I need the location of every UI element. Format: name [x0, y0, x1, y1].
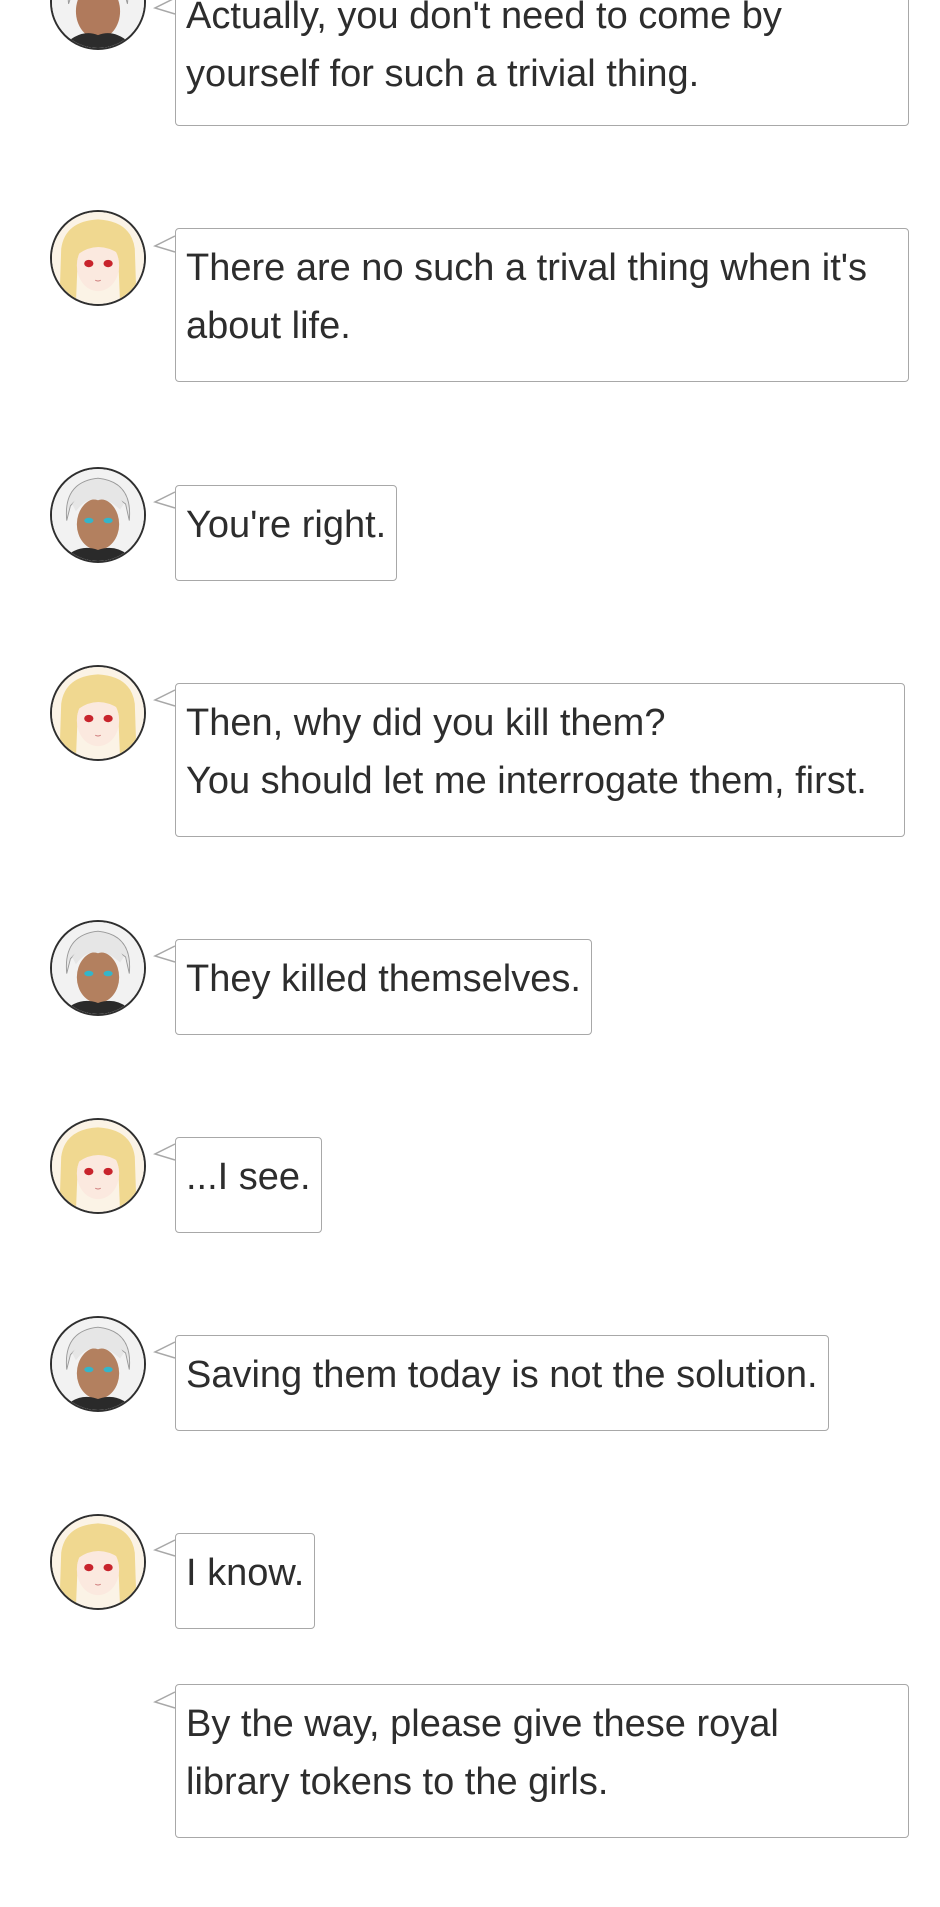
bubble-tail: [153, 0, 177, 18]
message-bubble: You're right.: [175, 485, 398, 581]
message-bubble: I know.: [175, 1533, 316, 1629]
bubble-tail: [153, 686, 177, 710]
girl-avatar: [50, 1514, 146, 1610]
man-avatar-icon: [52, 1318, 144, 1410]
bubble-tail: [153, 942, 177, 966]
bubble-tail: [153, 232, 177, 256]
message-bubble: Actually, you don't need to come by your…: [175, 0, 909, 126]
man-avatar-icon: [52, 469, 144, 561]
message-bubble: Then, why did you kill them? You should …: [175, 683, 905, 837]
chat-log: Actually, you don't need to come by your…: [0, 0, 940, 1907]
message-bubble: ...I see.: [175, 1137, 322, 1233]
message-bubble: There are no such a trival thing when it…: [175, 228, 909, 382]
girl-avatar: [50, 665, 146, 761]
girl-avatar-icon: [52, 1516, 144, 1608]
man-avatar: [50, 0, 146, 50]
man-avatar-icon: [52, 0, 144, 48]
bubble-tail: [153, 1688, 177, 1712]
message-bubble: They killed themselves.: [175, 939, 592, 1035]
message-bubble: Saving them today is not the solution.: [175, 1335, 829, 1431]
man-avatar: [50, 1316, 146, 1412]
girl-avatar-icon: [52, 212, 144, 304]
bubble-tail: [153, 488, 177, 512]
bubble-tail: [153, 1536, 177, 1560]
man-avatar-icon: [52, 922, 144, 1014]
girl-avatar: [50, 210, 146, 306]
man-avatar: [50, 920, 146, 1016]
girl-avatar-icon: [52, 667, 144, 759]
man-avatar: [50, 467, 146, 563]
bubble-tail: [153, 1140, 177, 1164]
girl-avatar: [50, 1118, 146, 1214]
bubble-tail: [153, 1338, 177, 1362]
girl-avatar-icon: [52, 1120, 144, 1212]
message-bubble: By the way, please give these royal libr…: [175, 1684, 909, 1838]
